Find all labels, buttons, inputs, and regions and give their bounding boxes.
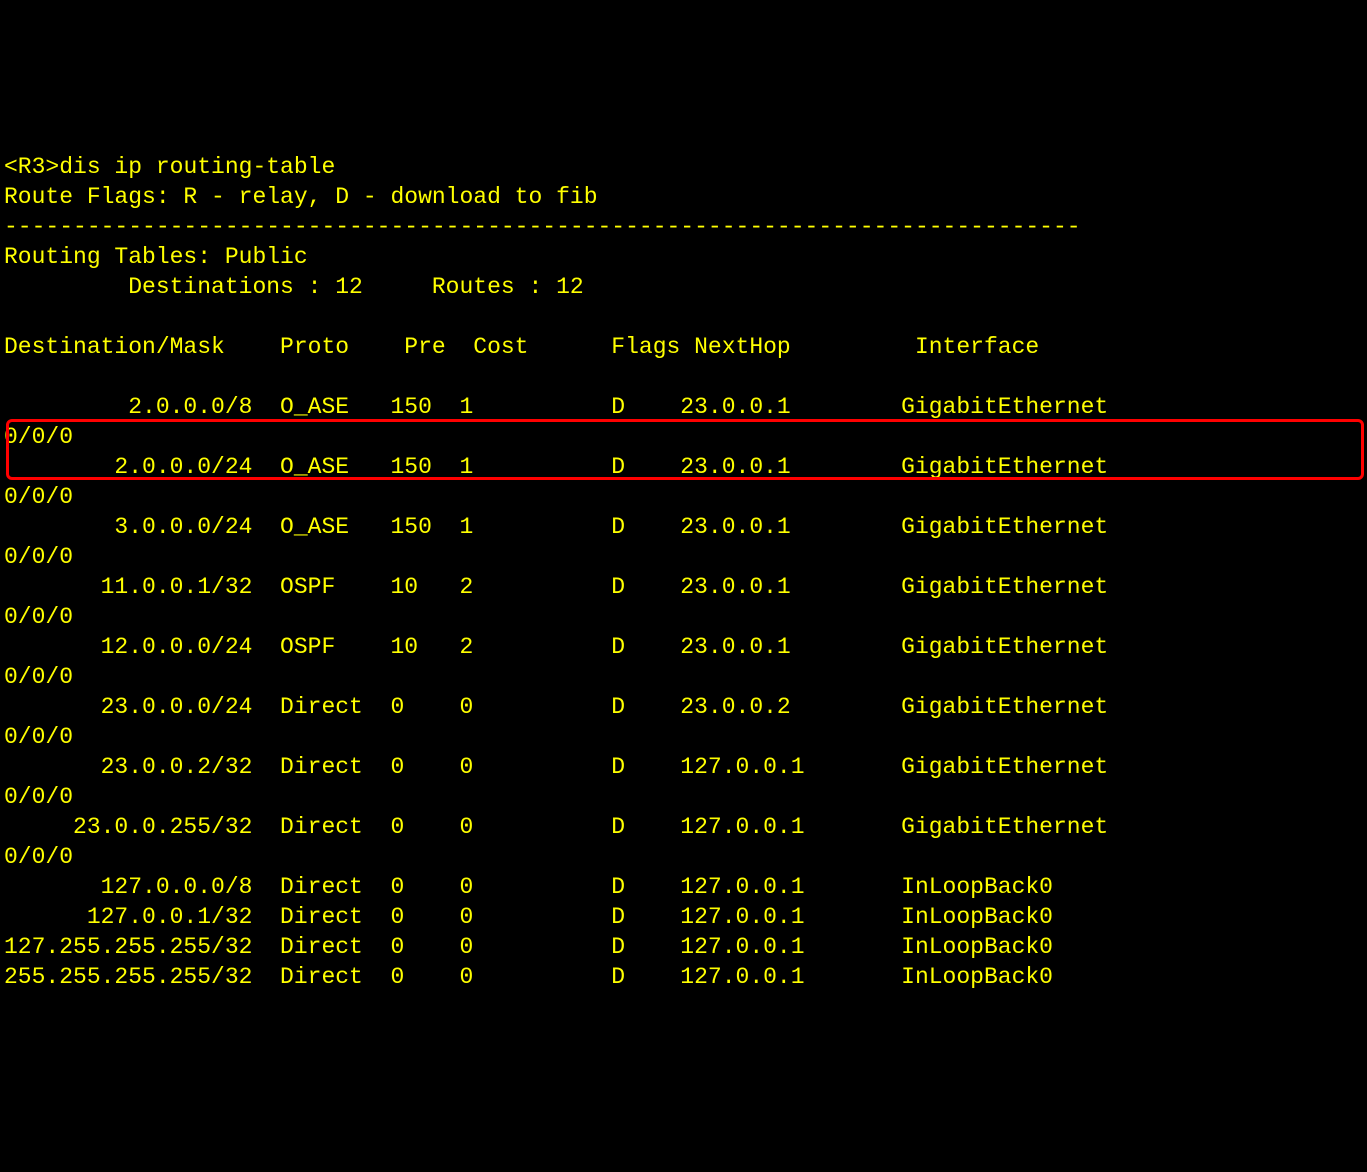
route-flags-line: Route Flags: R - relay, D - download to … bbox=[4, 184, 598, 210]
routes-body: 2.0.0.0/8 O_ASE 150 1 D 23.0.0.1 Gigabit… bbox=[4, 394, 1108, 990]
blank-line bbox=[4, 304, 18, 330]
command-text: dis ip routing-table bbox=[59, 154, 335, 180]
destinations-routes-line: Destinations : 12 Routes : 12 bbox=[4, 274, 584, 300]
table-header-line: Routing Tables: Public bbox=[4, 244, 308, 270]
terminal-output[interactable]: <R3>dis ip routing-table Route Flags: R … bbox=[4, 122, 1363, 1022]
prompt-prefix: <R3> bbox=[4, 154, 59, 180]
column-headers: Destination/Mask Proto Pre Cost Flags Ne… bbox=[4, 334, 1039, 360]
blank-line bbox=[4, 364, 18, 390]
separator-line: ----------------------------------------… bbox=[4, 214, 1081, 240]
